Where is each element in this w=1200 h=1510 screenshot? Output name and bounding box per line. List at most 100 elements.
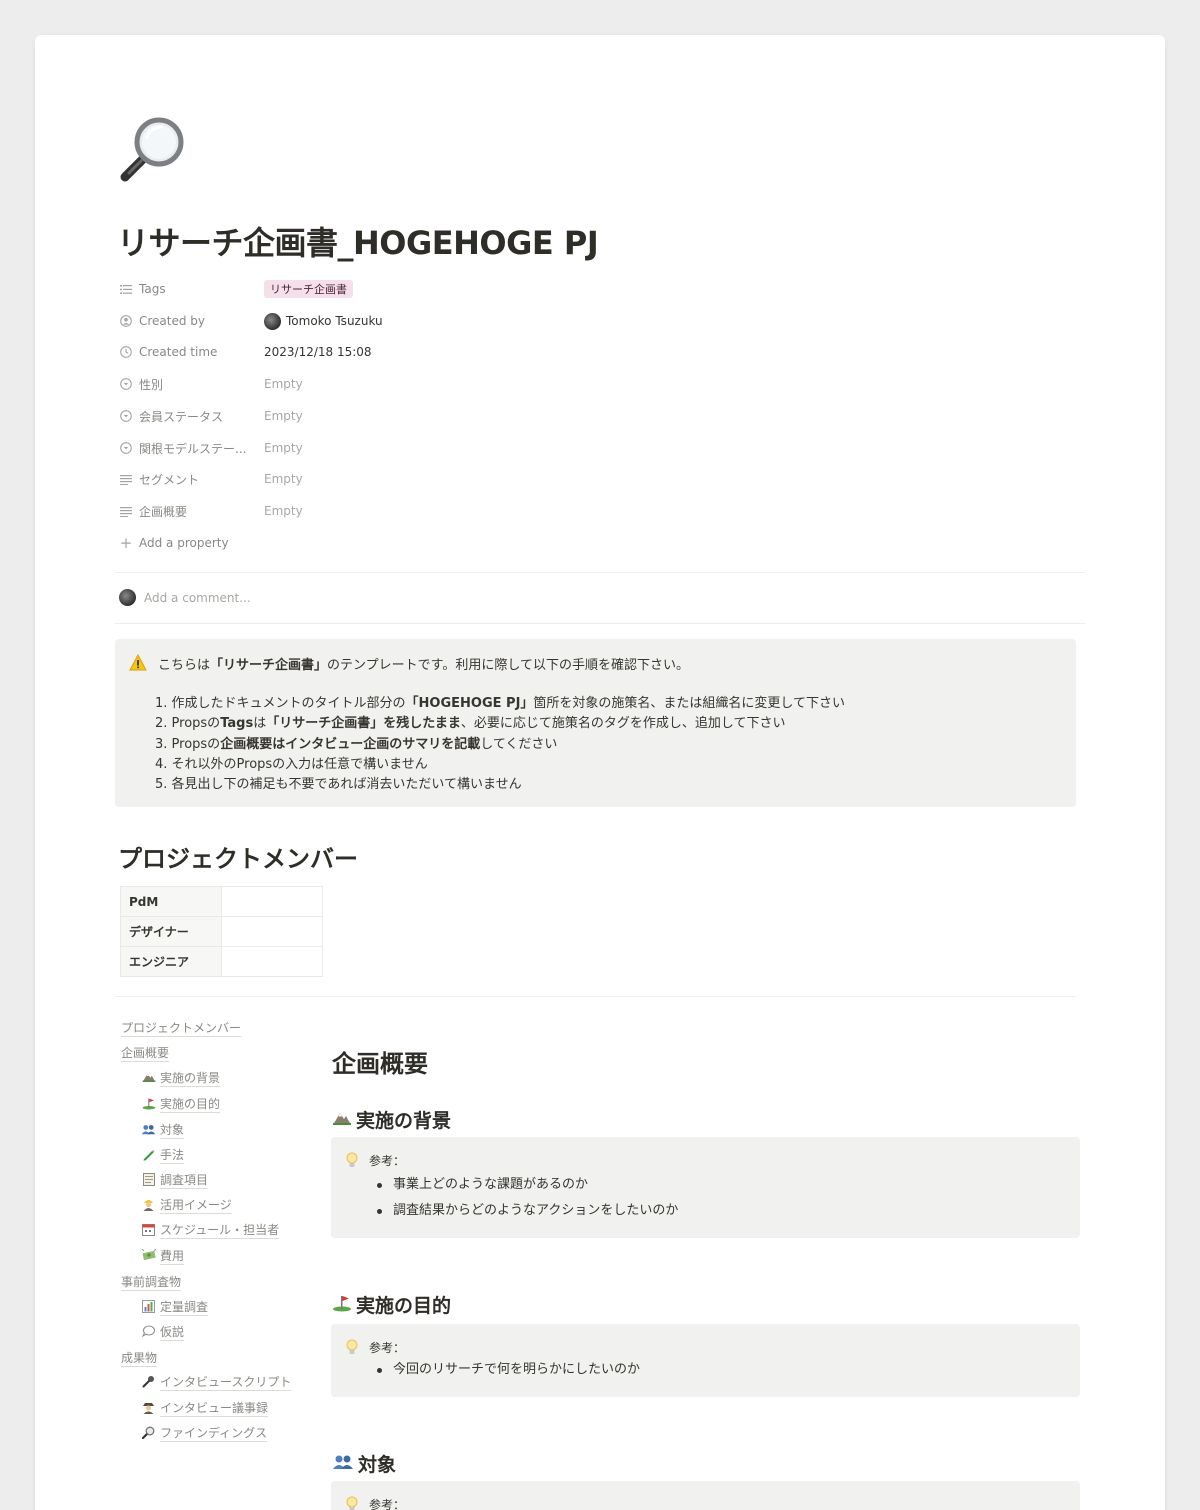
- comment-input[interactable]: Add a comment...: [119, 589, 251, 606]
- member-name-cell[interactable]: [221, 916, 323, 947]
- mountain-icon: [332, 1110, 352, 1130]
- tag-chip: リサーチ企画書: [264, 280, 353, 298]
- toc-item[interactable]: ファインディングス: [141, 1425, 268, 1442]
- calendar-icon: [141, 1223, 156, 1239]
- property-key-label: Tags: [139, 282, 166, 296]
- member-role-cell[interactable]: エンジニア: [120, 946, 222, 977]
- property-key-label: 関根モデルステー...: [139, 441, 247, 456]
- add-property-button[interactable]: + Add a property: [119, 531, 619, 555]
- property-value[interactable]: Empty: [264, 441, 303, 455]
- property-key-label: 性別: [139, 377, 164, 392]
- property-value[interactable]: リサーチ企画書: [264, 280, 353, 298]
- page-title[interactable]: リサーチ企画書_HOGEHOGE PJ: [117, 218, 599, 264]
- select-icon: [119, 377, 133, 391]
- bullet-list: 事業上どのような課題があるのか 調査結果からどのようなアクションをしたいのか: [375, 1172, 678, 1224]
- property-row[interactable]: 企画概要 Empty: [119, 499, 619, 523]
- reference-label: 参考：: [369, 1498, 406, 1510]
- speech-bubble-icon: [141, 1325, 156, 1340]
- lightbulb-icon: [346, 1496, 358, 1510]
- overview-heading: 企画概要: [332, 1050, 428, 1078]
- pen-icon: [141, 1148, 156, 1164]
- instruction-step: 2. PropsのTagsは「リサーチ企画書」を残したまま、必要に応じて施策名の…: [155, 716, 786, 732]
- callout-purpose: 参考： 今回のリサーチで何を明らかにしたいのか: [331, 1324, 1080, 1397]
- people-icon: [141, 1124, 156, 1138]
- property-key[interactable]: 関根モデルステー...: [119, 440, 264, 457]
- property-key[interactable]: セグメント: [119, 471, 264, 488]
- property-row[interactable]: Tags リサーチ企画書: [119, 277, 619, 301]
- toc-item[interactable]: 仮説: [141, 1324, 185, 1341]
- property-key[interactable]: 企画概要: [119, 503, 264, 520]
- property-value[interactable]: 2023/12/18 15:08: [264, 345, 372, 359]
- toc-item[interactable]: 実施の目的: [141, 1096, 221, 1113]
- toc-item-label: 手法: [160, 1148, 185, 1164]
- member-name-cell[interactable]: [221, 946, 323, 977]
- toc-item-label: 定量調査: [160, 1300, 209, 1316]
- property-row[interactable]: Created time 2023/12/18 15:08: [119, 340, 619, 364]
- text-icon: [119, 504, 133, 518]
- callout-target: 参考：: [331, 1481, 1080, 1510]
- members-heading: プロジェクトメンバー: [118, 845, 358, 873]
- property-key[interactable]: Tags: [119, 282, 264, 296]
- intro-callout: こちらは「リサーチ企画書」のテンプレートです。利用に際して以下の手順を確認下さい…: [115, 639, 1076, 807]
- toc-item[interactable]: 実施の背景: [141, 1070, 221, 1087]
- document-page: リサーチ企画書_HOGEHOGE PJ Tags リサーチ企画書 Created b…: [35, 35, 1165, 1510]
- list-item: 調査結果からどのようなアクションをしたいのか: [375, 1198, 678, 1224]
- toc-item[interactable]: 活用イメージ: [141, 1197, 232, 1214]
- toc-item-label: 成果物: [121, 1351, 158, 1367]
- toc-item[interactable]: 定量調査: [141, 1299, 209, 1316]
- divider: [115, 572, 1085, 573]
- toc-item[interactable]: 成果物: [121, 1350, 158, 1367]
- table-row: PdM: [120, 886, 323, 917]
- property-value[interactable]: Empty: [264, 504, 303, 518]
- list-item: 事業上どのような課題があるのか: [375, 1172, 678, 1198]
- property-value[interactable]: Empty: [264, 472, 303, 486]
- property-key-label: Created by: [139, 314, 206, 328]
- property-key[interactable]: Created by: [119, 314, 264, 328]
- toc-item[interactable]: 費用: [141, 1248, 185, 1265]
- divider: [115, 623, 1085, 624]
- toc-item[interactable]: 企画概要: [121, 1045, 170, 1062]
- member-name-cell[interactable]: [221, 886, 323, 917]
- toc-item-label: プロジェクトメンバー: [121, 1021, 242, 1037]
- toc-item[interactable]: 対象: [141, 1122, 185, 1139]
- member-role-cell[interactable]: デザイナー: [120, 916, 222, 947]
- magnifying-glass-icon[interactable]: [117, 115, 187, 185]
- property-value[interactable]: Tomoko Tsuzuku: [264, 312, 383, 330]
- property-key[interactable]: Created time: [119, 345, 264, 359]
- property-row[interactable]: 関根モデルステー... Empty: [119, 436, 619, 460]
- toc-item-label: スケジュール・担当者: [160, 1223, 280, 1239]
- toc-item-label: インタビュースクリプト: [160, 1375, 292, 1391]
- property-value-text: Empty: [264, 409, 303, 423]
- toc-item-label: 調査項目: [160, 1173, 209, 1189]
- divider: [115, 996, 1076, 997]
- property-key[interactable]: 会員ステータス: [119, 408, 264, 425]
- property-row[interactable]: セグメント Empty: [119, 467, 619, 491]
- toc-item[interactable]: インタビュー議事録: [141, 1400, 269, 1417]
- plus-icon: +: [119, 534, 133, 552]
- text-icon: [119, 472, 133, 486]
- toc-item[interactable]: 調査項目: [141, 1172, 209, 1189]
- section-heading-purpose: 実施の目的: [332, 1291, 451, 1318]
- property-row[interactable]: Created by Tomoko Tsuzuku: [119, 309, 619, 333]
- toc-item[interactable]: プロジェクトメンバー: [121, 1020, 242, 1037]
- toc-item[interactable]: スケジュール・担当者: [141, 1222, 280, 1239]
- property-row[interactable]: 性別 Empty: [119, 372, 619, 396]
- member-role-cell[interactable]: PdM: [120, 886, 222, 917]
- toc-item[interactable]: 手法: [141, 1147, 185, 1164]
- property-key[interactable]: 性別: [119, 376, 264, 393]
- toc-item-label: 費用: [160, 1249, 185, 1265]
- toc-item-label: インタビュー議事録: [160, 1401, 269, 1417]
- property-value-text: Empty: [264, 504, 303, 518]
- worker-icon: [141, 1198, 156, 1214]
- property-value[interactable]: Empty: [264, 409, 303, 423]
- toc-item-label: 実施の背景: [160, 1071, 221, 1087]
- toc-item[interactable]: 事前調査物: [121, 1274, 182, 1291]
- toc-item-label: 企画概要: [121, 1046, 170, 1062]
- property-key-label: セグメント: [139, 472, 200, 487]
- toc-item[interactable]: インタビュースクリプト: [141, 1374, 292, 1391]
- toc-item-label: 仮説: [160, 1325, 185, 1341]
- property-row[interactable]: 会員ステータス Empty: [119, 404, 619, 428]
- property-value[interactable]: Empty: [264, 377, 303, 391]
- section-heading-background: 実施の背景: [332, 1106, 451, 1133]
- avatar: [119, 589, 136, 606]
